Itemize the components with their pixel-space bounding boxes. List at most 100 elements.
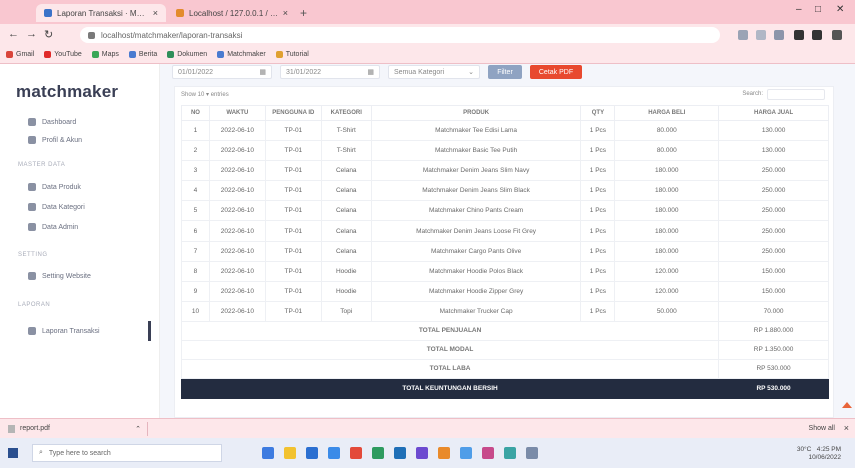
column-header[interactable]: PENGGUNA ID: [264, 105, 322, 121]
edge-icon[interactable]: [262, 447, 274, 459]
search-label: Search:: [742, 91, 763, 97]
table-row[interactable]: 5 2022-06-10 TP-01 Celana Matchmaker Chino P…: [181, 200, 829, 222]
windows-start-icon[interactable]: [8, 448, 18, 458]
column-header[interactable]: HARGA BELI: [614, 105, 720, 121]
sidebar-item-reports[interactable]: Laporan Transaksi: [28, 325, 100, 337]
app-icon[interactable]: [482, 447, 494, 459]
address-bar[interactable]: localhost/matchmaker/laporan-transaksi: [80, 27, 720, 43]
table-cell: 2022-06-10: [208, 280, 266, 302]
downloads-close-icon[interactable]: ×: [844, 423, 849, 433]
date-to-input[interactable]: 31/01/2022 ▦: [280, 65, 380, 79]
table-row[interactable]: 2 2022-06-10 TP-01 T-Shirt Matchmaker Basic …: [181, 140, 829, 162]
table-row[interactable]: 6 2022-06-10 TP-01 Celana Matchmaker Denim J…: [181, 220, 829, 242]
forward-icon[interactable]: →: [26, 28, 37, 40]
tab-close-icon[interactable]: ×: [283, 8, 288, 18]
app-icon[interactable]: [460, 447, 472, 459]
bookmarks-bar: Gmail YouTube Maps Berita Dokumen Matchm…: [0, 46, 855, 64]
table-cell: 1 Pcs: [580, 300, 616, 322]
table-row[interactable]: 9 2022-06-10 TP-01 Hoodie Matchmaker Hoodie …: [181, 280, 829, 302]
table-row[interactable]: 4 2022-06-10 TP-01 Celana Matchmaker Denim J…: [181, 180, 829, 202]
bookmark-item[interactable]: Dokumen: [167, 51, 207, 58]
extension-icon[interactable]: [756, 30, 766, 40]
table-row[interactable]: 8 2022-06-10 TP-01 Hoodie Matchmaker Hoodie …: [181, 260, 829, 282]
download-item[interactable]: report.pdf ⌃: [8, 421, 148, 436]
table-cell: Matchmaker Chino Pants Cream: [370, 200, 582, 222]
sidebar-item-admin[interactable]: Data Admin: [28, 221, 78, 233]
mail-icon[interactable]: [328, 447, 340, 459]
column-header[interactable]: WAKTU: [208, 105, 266, 121]
bookmark-item[interactable]: Berita: [128, 51, 157, 58]
table-row[interactable]: 10 2022-06-10 TP-01 Topi Matchmaker Trucker …: [181, 300, 829, 322]
search-input[interactable]: [767, 89, 825, 100]
table-cell: Matchmaker Tee Edisi Lama: [370, 119, 582, 142]
sidebar-item-label: Data Produk: [42, 183, 81, 191]
app-icon[interactable]: [526, 447, 538, 459]
table-cell: 1 Pcs: [580, 220, 616, 242]
system-tray[interactable]: 30°C 4:25 PM 10/06/2022: [797, 446, 841, 462]
menu-icon[interactable]: [832, 30, 842, 40]
sidebar-item-profile[interactable]: Profil & Akun: [28, 134, 82, 146]
app-logo[interactable]: matchmaker: [16, 82, 118, 102]
entries-select[interactable]: Show 10 ▾ entries: [181, 91, 229, 98]
bookmark-item[interactable]: Gmail: [6, 51, 34, 58]
extension-icon[interactable]: [738, 30, 748, 40]
store-icon[interactable]: [306, 447, 318, 459]
browser-tab[interactable]: Localhost / 127.0.0.1 / db ×: [168, 4, 296, 22]
table-row[interactable]: 7 2022-06-10 TP-01 Celana Matchmaker Cargo P…: [181, 240, 829, 262]
grand-total-label: TOTAL KEUNTUNGAN BERSIH: [180, 377, 720, 399]
tab-close-icon[interactable]: ×: [153, 8, 158, 18]
bookmark-item[interactable]: Maps: [91, 51, 119, 58]
minimize-icon[interactable]: –: [796, 4, 802, 15]
table-cell: TP-01: [264, 180, 322, 202]
chevron-up-icon[interactable]: ⌃: [135, 425, 141, 433]
filter-button[interactable]: Filter: [488, 65, 522, 79]
new-tab-icon[interactable]: +: [300, 6, 307, 20]
browser-tabstrip: Laporan Transaksi · Matchmaker × Localho…: [0, 0, 855, 24]
column-header[interactable]: HARGA JUAL: [718, 105, 829, 121]
chrome-icon[interactable]: [350, 447, 362, 459]
extension-icon[interactable]: [774, 30, 784, 40]
table-row[interactable]: 3 2022-06-10 TP-01 Celana Matchmaker Denim J…: [181, 160, 829, 182]
bookmark-icon: [217, 51, 225, 58]
column-header[interactable]: QTY: [580, 105, 616, 121]
date-from-input[interactable]: 01/01/2022 ▦: [172, 65, 272, 79]
table-row[interactable]: 1 2022-06-10 TP-01 T-Shirt Matchmaker Tee Ed…: [181, 119, 829, 142]
print-pdf-button[interactable]: Cetak PDF: [530, 65, 582, 79]
show-all-downloads-link[interactable]: Show all: [809, 425, 835, 432]
sidebar-item-categories[interactable]: Data Kategori: [28, 201, 85, 213]
bookmark-item[interactable]: Matchmaker: [217, 51, 266, 58]
column-header[interactable]: KATEGORI: [320, 105, 372, 121]
reload-icon[interactable]: ↻: [44, 28, 53, 41]
browser-tab-active[interactable]: Laporan Transaksi · Matchmaker ×: [36, 4, 166, 22]
tab-title: Laporan Transaksi · Matchmaker: [57, 8, 149, 18]
tag-icon: [28, 203, 36, 211]
column-header[interactable]: NO: [181, 105, 210, 121]
puzzle-icon[interactable]: [794, 30, 804, 40]
maximize-icon[interactable]: □: [815, 4, 821, 15]
profile-icon[interactable]: [812, 30, 822, 40]
sidebar-item-products[interactable]: Data Produk: [28, 181, 81, 193]
address-text: localhost/matchmaker/laporan-transaksi: [101, 30, 243, 40]
app-icon[interactable]: [504, 447, 516, 459]
window-close-icon[interactable]: ✕: [836, 4, 844, 15]
app-icon[interactable]: [416, 447, 428, 459]
folder-icon[interactable]: [284, 447, 296, 459]
sidebar-item-dashboard[interactable]: Dashboard: [28, 116, 76, 128]
tab-title: Localhost / 127.0.0.1 / db: [189, 8, 279, 18]
taskbar-search-input[interactable]: ⌕ Type here to search: [32, 444, 222, 462]
app-icon[interactable]: [372, 447, 384, 459]
column-header[interactable]: PRODUK: [370, 105, 582, 121]
table-cell: TP-01: [264, 240, 322, 262]
table-cell: 120.000: [614, 280, 720, 302]
app-icon[interactable]: [438, 447, 450, 459]
back-icon[interactable]: ←: [8, 28, 19, 40]
scroll-to-top-icon[interactable]: [842, 402, 852, 408]
table-cell: Matchmaker Cargo Pants Olive: [370, 240, 582, 262]
category-select[interactable]: Semua Kategori ⌄: [388, 65, 480, 79]
bookmark-item[interactable]: YouTube: [44, 51, 82, 58]
site-info-icon[interactable]: [88, 31, 95, 39]
sidebar-item-label: Laporan Transaksi: [42, 327, 100, 335]
bookmark-item[interactable]: Tutorial: [275, 51, 309, 58]
vscode-icon[interactable]: [394, 447, 406, 459]
sidebar-item-settings[interactable]: Setting Website: [28, 270, 91, 282]
